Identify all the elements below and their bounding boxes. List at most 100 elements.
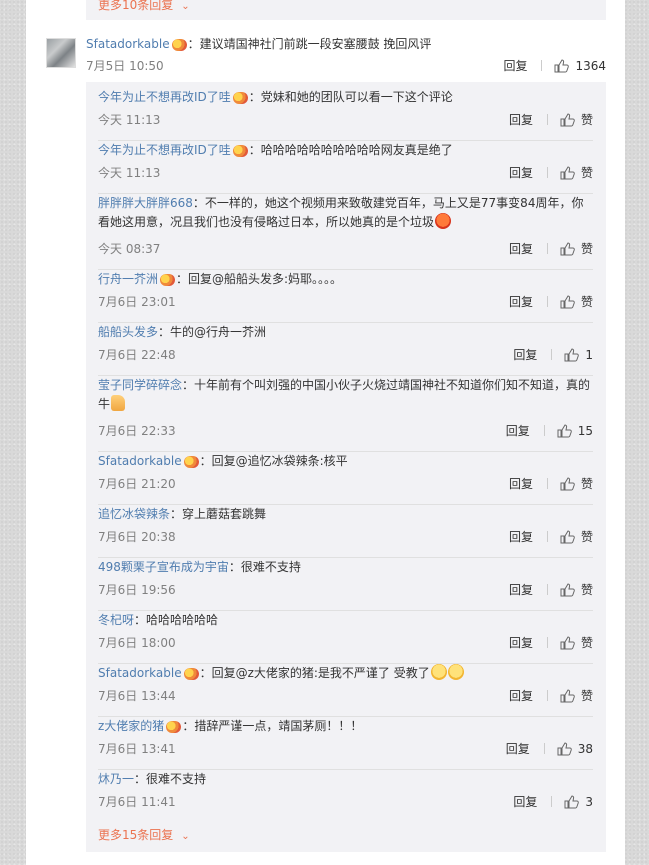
vip-badge-icon: [166, 721, 182, 733]
like-count: 赞: [580, 242, 593, 256]
more-replies-link-top[interactable]: 更多10条回复 ⌄: [98, 0, 190, 13]
divider: [543, 743, 545, 754]
reply-text: ：哈哈哈哈哈哈哈哈哈哈网友真是绝了: [248, 143, 453, 157]
reply-item: 今年为止不想再改ID了哇 ：党妹和她的团队可以看一下这个评论 今天 11:13 回复 赞: [98, 88, 593, 140]
divider: [546, 637, 548, 648]
reply-timestamp: 7月6日 22:48: [98, 348, 176, 362]
reply-timestamp: 7月6日 22:33: [98, 424, 176, 438]
reply-button[interactable]: 回复: [509, 687, 533, 704]
divider: [546, 531, 548, 542]
reply-item: 今年为止不想再改ID了哇 ：哈哈哈哈哈哈哈哈哈哈网友真是绝了 今天 11:13 回复 赞: [98, 141, 593, 193]
reply-actions: 回复 赞: [509, 634, 593, 651]
thumb-up-icon[interactable]: [557, 741, 572, 756]
comment-text: ：建议靖国神社门前跳一段安塞腰鼓 挽回风评: [187, 37, 432, 51]
reply-text: ：很难不支持: [228, 560, 301, 574]
chevron-down-icon: ⌄: [181, 1, 190, 12]
reply-button[interactable]: 回复: [509, 164, 533, 181]
reply-body: 行舟一芥洲 ：回复@船船头发多:妈耶。。。。: [98, 270, 593, 289]
reply-body: 胖胖胖大胖胖668：不一样的，她这个视频用来致敬建党百年，马上又是77事变84周…: [98, 194, 593, 232]
angry-emoji-icon: [435, 213, 452, 229]
reply-button[interactable]: 回复: [506, 740, 530, 757]
reply-button[interactable]: 回复: [503, 57, 527, 74]
reply-button[interactable]: 回复: [509, 634, 533, 651]
divider: [543, 425, 545, 436]
reply-body: 498颗栗子宣布成为宇宙：很难不支持: [98, 558, 593, 577]
reply-button[interactable]: 回复: [513, 793, 537, 810]
thumb-up-icon[interactable]: [560, 688, 575, 703]
chevron-down-icon: ⌄: [181, 831, 190, 842]
like-count: 38: [577, 741, 593, 756]
reply-username[interactable]: 今年为止不想再改ID了哇: [98, 143, 231, 157]
thumb-up-icon[interactable]: [560, 112, 575, 127]
reply-body: 莹子同学碎碎念：十年前有个叫刘强的中国小伙子火烧过靖国神社不知道你们知不知道，真…: [98, 376, 593, 414]
reply-text: ：回复@z大佬家的猪:是我不严谨了 受教了: [199, 666, 430, 680]
thumb-up-icon[interactable]: [564, 347, 580, 362]
reply-timestamp: 7月6日 18:00: [98, 636, 176, 650]
reply-username[interactable]: 炑乃一: [98, 772, 134, 786]
reply-body: 今年为止不想再改ID了哇 ：党妹和她的团队可以看一下这个评论: [98, 88, 593, 107]
thumb-up-icon[interactable]: [560, 476, 575, 491]
reply-button[interactable]: 回复: [509, 528, 533, 545]
reply-text: ：很难不支持: [134, 772, 207, 786]
reply-timestamp: 7月6日 11:41: [98, 795, 176, 809]
comment-actions: 回复 1364: [503, 57, 606, 74]
reply-username[interactable]: z大佬家的猪: [98, 719, 164, 733]
reply-actions: 回复 赞: [509, 687, 593, 704]
reply-actions: 回复 38: [506, 740, 593, 757]
like-count: 赞: [580, 636, 593, 650]
reply-username[interactable]: 船船头发多: [98, 325, 158, 339]
like-count: 赞: [580, 689, 593, 703]
reply-username[interactable]: 胖胖胖大胖胖668: [98, 196, 193, 210]
reply-item: 胖胖胖大胖胖668：不一样的，她这个视频用来致敬建党百年，马上又是77事变84周…: [98, 194, 593, 269]
smile-emoji-icon: [447, 664, 464, 680]
reply-button[interactable]: 回复: [513, 346, 537, 363]
reply-username[interactable]: 莹子同学碎碎念: [98, 378, 182, 392]
divider: [546, 690, 548, 701]
thumb-up-icon[interactable]: [560, 165, 575, 180]
vip-badge-icon: [171, 39, 187, 51]
comment-username[interactable]: Sfatadorkable: [86, 37, 170, 51]
reply-item: z大佬家的猪 ：措辞严谨一点，靖国茅厕！！！ 7月6日 13:41 回复 38: [98, 717, 593, 769]
reply-username[interactable]: 行舟一芥洲: [98, 272, 158, 286]
reply-button[interactable]: 回复: [509, 475, 533, 492]
like-count: 赞: [580, 530, 593, 544]
reply-text: ：措辞严谨一点，靖国茅厕！！！: [182, 719, 363, 733]
thumb-up-icon[interactable]: [560, 529, 575, 544]
reply-body: 炑乃一：很难不支持: [98, 770, 593, 789]
smile-emoji-icon: [430, 664, 447, 680]
reply-item: 莹子同学碎碎念：十年前有个叫刘强的中国小伙子火烧过靖国神社不知道你们知不知道，真…: [98, 376, 593, 451]
vip-badge-icon: [183, 668, 199, 680]
reply-button[interactable]: 回复: [509, 111, 533, 128]
thumb-up-icon[interactable]: [564, 794, 580, 809]
comment-timestamp: 7月5日 10:50: [86, 59, 164, 73]
reply-username[interactable]: Sfatadorkable: [98, 666, 182, 680]
reply-timestamp: 7月6日 13:44: [98, 689, 176, 703]
thumb-up-icon[interactable]: [560, 294, 575, 309]
thumb-up-icon[interactable]: [560, 241, 575, 256]
reply-button[interactable]: 回复: [509, 581, 533, 598]
thumb-up-icon[interactable]: [554, 58, 570, 73]
reply-item: Sfatadorkable ：回复@追忆冰袋辣条:核平 7月6日 21:20 回复 赞: [98, 452, 593, 504]
reply-button[interactable]: 回复: [509, 293, 533, 310]
reply-username[interactable]: 追忆冰袋辣条: [98, 507, 170, 521]
reply-button[interactable]: 回复: [509, 240, 533, 257]
thumb-up-icon[interactable]: [560, 635, 575, 650]
reply-actions: 回复 赞: [509, 111, 593, 128]
reply-actions: 回复 赞: [509, 528, 593, 545]
avatar[interactable]: [46, 38, 76, 68]
reply-actions: 回复 赞: [509, 475, 593, 492]
reply-timestamp: 今天 08:37: [98, 242, 161, 256]
like-count: 1364: [575, 58, 606, 73]
thumb-up-icon[interactable]: [557, 423, 572, 438]
thumb-up-icon[interactable]: [560, 582, 575, 597]
reply-timestamp: 今天 11:13: [98, 166, 161, 180]
reply-username[interactable]: 今年为止不想再改ID了哇: [98, 90, 231, 104]
reply-username[interactable]: 冬杞呀: [98, 613, 134, 627]
divider: [546, 478, 548, 489]
like-count: 赞: [580, 477, 593, 491]
more-replies-link-bottom[interactable]: 更多15条回复 ⌄: [98, 826, 190, 843]
reply-username[interactable]: Sfatadorkable: [98, 454, 182, 468]
reply-username[interactable]: 498颗栗子宣布成为宇宙: [98, 560, 229, 574]
like-count: 赞: [580, 113, 593, 127]
reply-button[interactable]: 回复: [506, 422, 530, 439]
